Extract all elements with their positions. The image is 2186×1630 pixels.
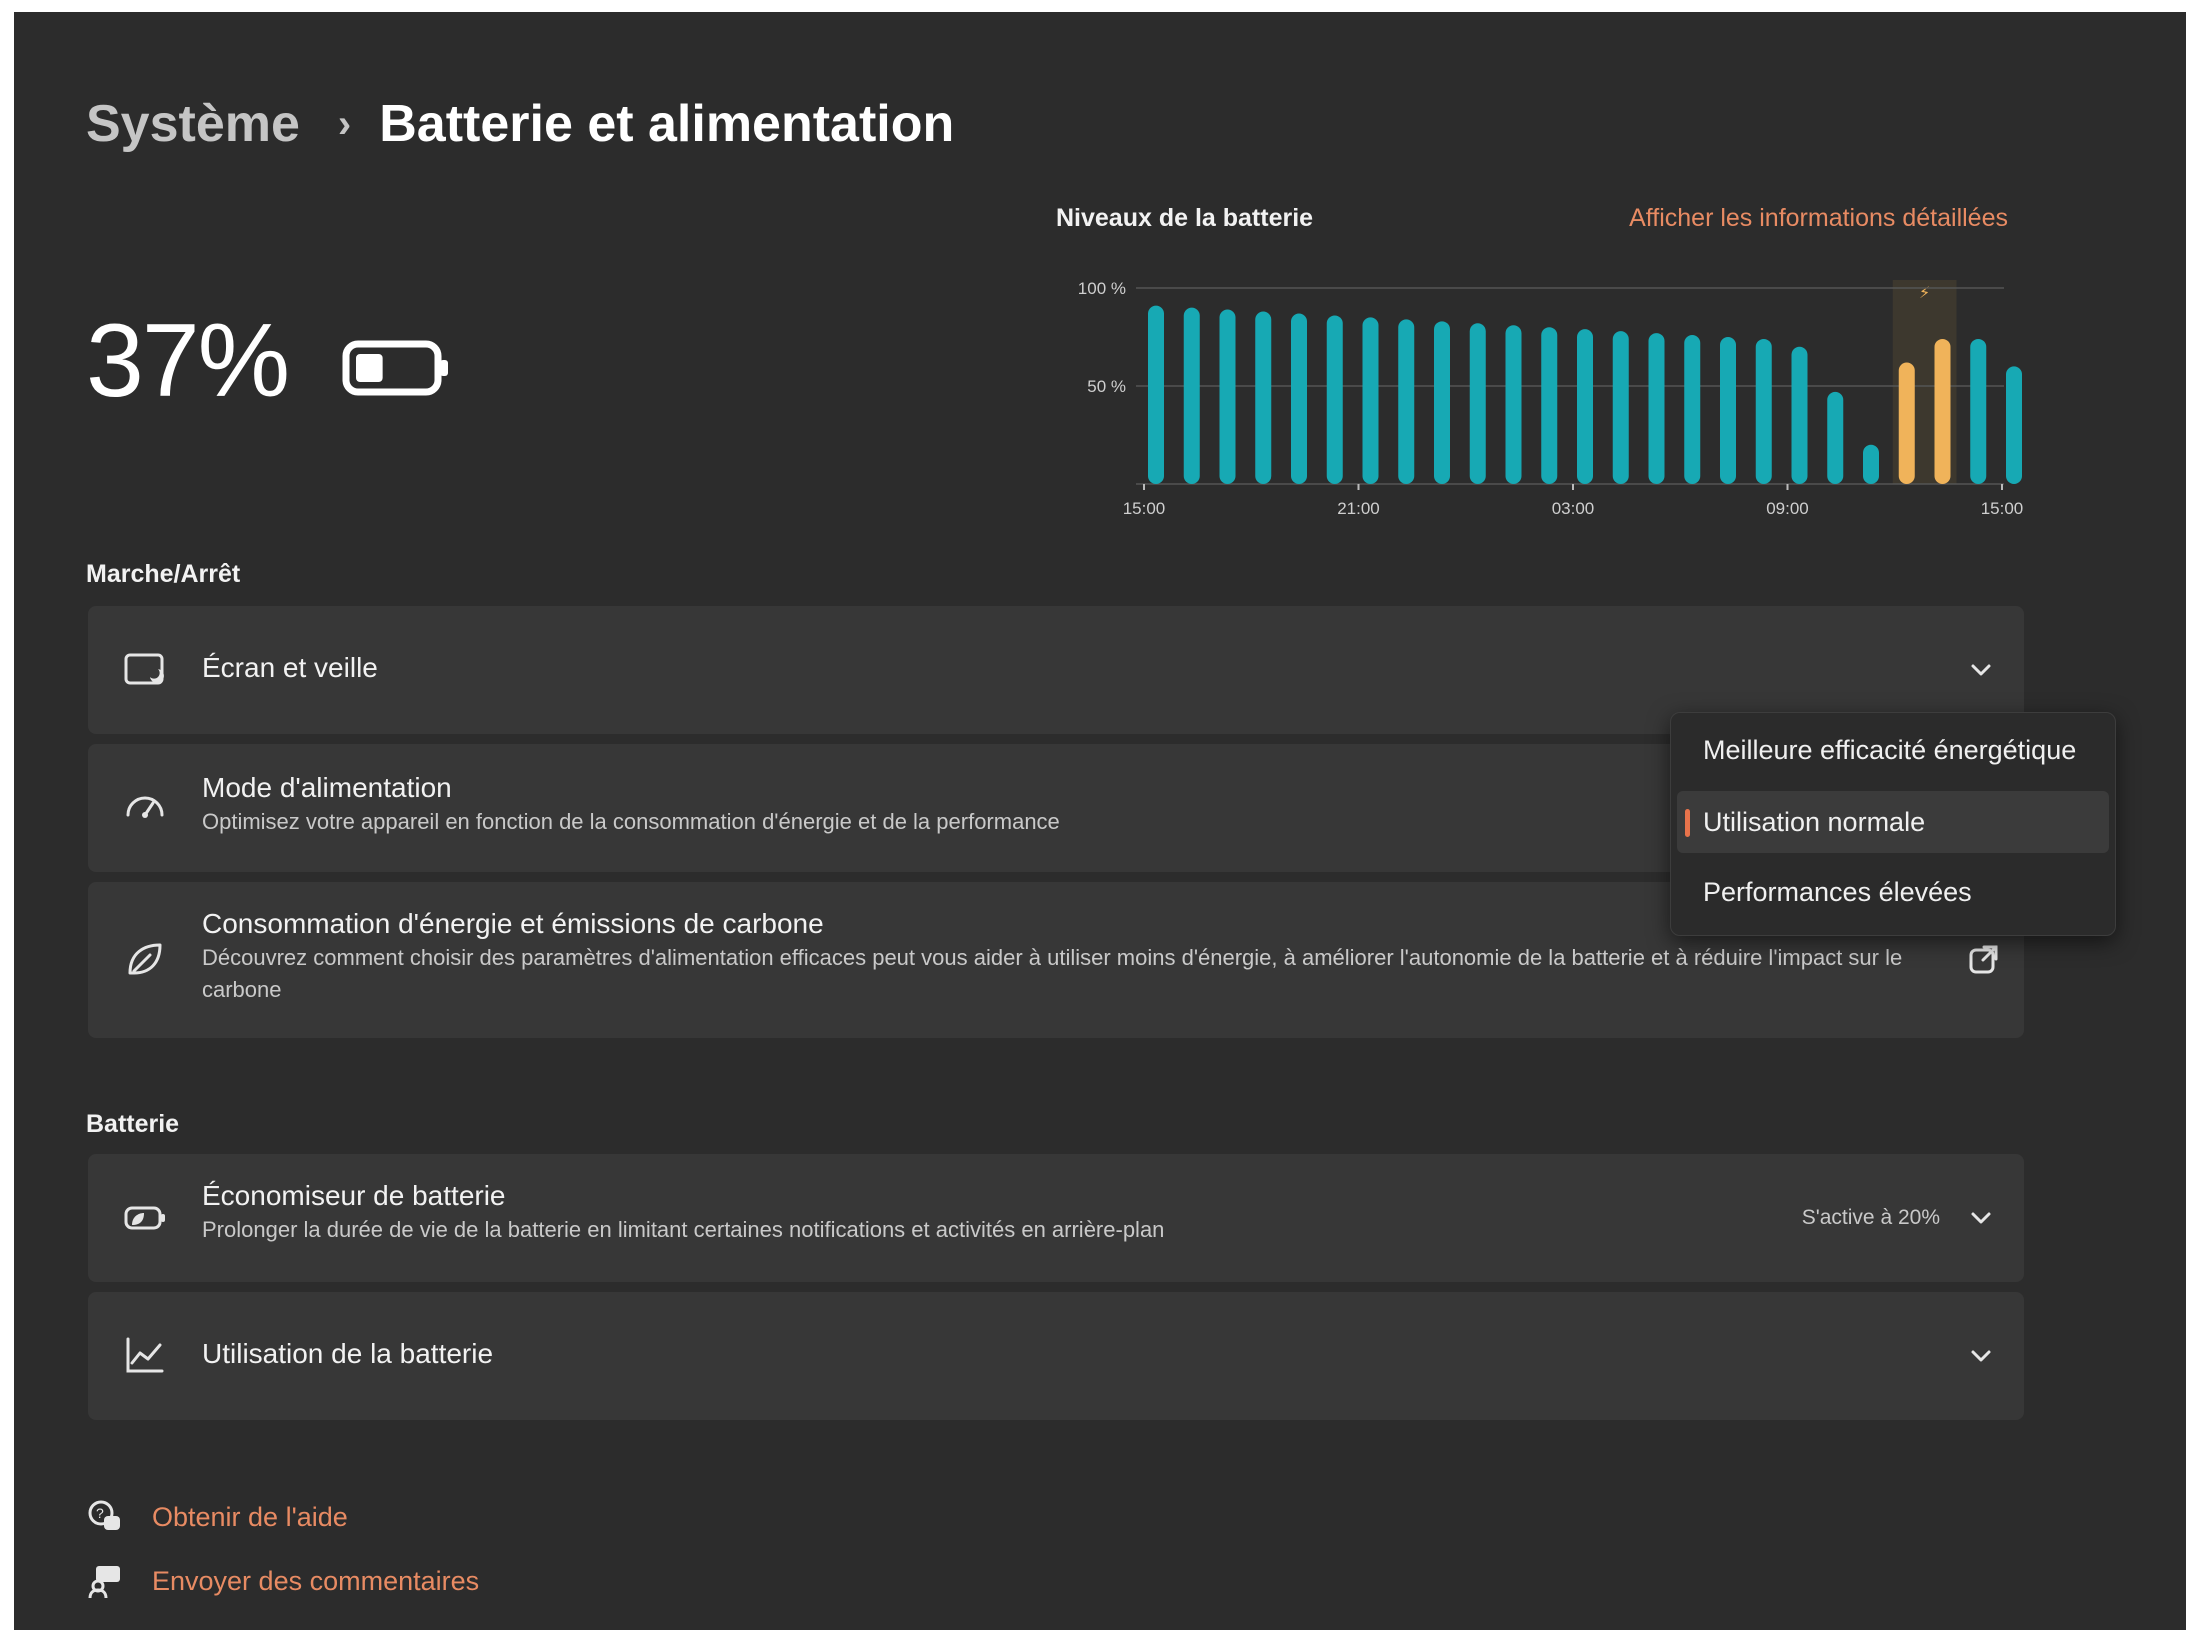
page-title: Batterie et alimentation (379, 95, 955, 153)
battery-level-chart: ⚡ 100 % 50 % 15:00 21:00 03:00 09:00 15:00 (1078, 279, 2024, 518)
usage-graph-icon (126, 1337, 164, 1373)
power-mode-dropdown[interactable]: Meilleure efficacité énergétique Utilisa… (1670, 712, 2116, 936)
bar-discharging (1326, 315, 1343, 484)
help-icon: ? (88, 1500, 120, 1530)
screen-sleep-title: Écran et veille (202, 652, 378, 683)
bar-discharging (1755, 338, 1772, 484)
option-label: Performances élevées (1703, 877, 1972, 907)
get-help-label: Obtenir de l'aide (152, 1501, 348, 1532)
x-tick-label: 09:00 (1766, 499, 1809, 518)
breadcrumb-parent[interactable]: Système (86, 94, 300, 154)
battery-saver-description: Prolonger la durée de vie de la batterie… (202, 1217, 1165, 1242)
detailed-info-link[interactable]: Afficher les informations détaillées (1629, 204, 2008, 233)
bar-discharging (1684, 335, 1701, 484)
bar-discharging (1434, 321, 1450, 484)
settings-window: Système › Batterie et alimentation 37% N… (14, 12, 2186, 1630)
bar-discharging (1362, 317, 1379, 484)
get-help-link[interactable]: ? Obtenir de l'aide (86, 1498, 348, 1536)
feedback-icon (88, 1566, 120, 1599)
bar-charging (1934, 338, 1951, 484)
bar-discharging (1291, 313, 1307, 484)
option-label: Meilleure efficacité énergétique (1703, 735, 2077, 765)
chevron-down-icon[interactable] (1966, 655, 1996, 685)
x-tick-label: 03:00 (1552, 499, 1595, 518)
bar-discharging (1863, 444, 1879, 484)
y-tick-label: 50 % (1087, 377, 1126, 396)
bar-discharging (1541, 327, 1558, 484)
chart-title: Niveaux de la batterie (1056, 204, 1314, 232)
send-feedback-link[interactable]: Envoyer des commentaires (86, 1562, 479, 1600)
leaf-icon (128, 943, 162, 975)
bar-discharging (1648, 333, 1665, 484)
bar-discharging (1720, 337, 1736, 484)
section-title-power: Marche/Arrêt (86, 560, 241, 588)
breadcrumb-separator: › (337, 101, 352, 146)
power-mode-description: Optimisez votre appareil en fonction de … (202, 809, 1060, 834)
breadcrumb: Système › Batterie et alimentation (86, 94, 954, 154)
bar-discharging (1827, 391, 1844, 484)
battery-usage-card[interactable]: Utilisation de la batterie (88, 1292, 2024, 1420)
bar-discharging (2006, 366, 2022, 484)
battery-icon (342, 340, 448, 396)
battery-percent: 37% (86, 303, 290, 419)
section-title-battery: Batterie (86, 1110, 180, 1138)
bar-discharging (1219, 309, 1236, 484)
power-mode-option-efficiency[interactable]: Meilleure efficacité énergétique (1671, 719, 2115, 781)
option-label: Utilisation normale (1703, 807, 1926, 837)
bar-discharging (1148, 305, 1164, 484)
chevron-down-icon[interactable] (1966, 1203, 1996, 1233)
monitor-sleep-icon (124, 653, 164, 685)
bar-charging (1898, 362, 1915, 484)
selection-indicator (1685, 809, 1690, 837)
power-mode-gauge-icon (126, 796, 164, 818)
battery-saver-title: Économiseur de batterie (202, 1180, 506, 1211)
bar-discharging (1398, 319, 1415, 484)
chevron-down-icon[interactable] (1966, 1341, 1996, 1371)
bar-discharging (1577, 329, 1593, 484)
battery-saver-icon (124, 1206, 165, 1230)
bar-discharging (1970, 338, 1987, 484)
power-mode-option-normal[interactable]: Utilisation normale (1677, 791, 2109, 853)
x-tick-label: 15:00 (1123, 499, 1166, 518)
power-mode-title: Mode d'alimentation (202, 772, 452, 803)
bar-discharging (1505, 325, 1522, 484)
carbon-title: Consommation d'énergie et émissions de c… (202, 908, 824, 939)
power-mode-option-performance[interactable]: Performances élevées (1671, 861, 2115, 923)
x-tick-label: 15:00 (1981, 499, 2024, 518)
svg-text:?: ? (96, 1505, 104, 1521)
battery-saver-card[interactable]: Économiseur de batterie Prolonger la dur… (88, 1154, 2024, 1282)
bar-discharging (1469, 323, 1486, 484)
plug-icon: ⚡ (1919, 283, 1930, 302)
y-tick-label: 100 % (1078, 279, 1126, 298)
battery-usage-title: Utilisation de la batterie (202, 1338, 494, 1369)
battery-saver-threshold: S'active à 20% (1801, 1206, 1940, 1229)
send-feedback-label: Envoyer des commentaires (152, 1565, 480, 1596)
x-tick-label: 21:00 (1337, 499, 1380, 518)
carbon-description: Découvrez comment choisir des paramètres… (202, 945, 1903, 1002)
external-link-icon[interactable] (1966, 943, 2000, 977)
bar-discharging (1183, 307, 1200, 484)
bar-discharging (1255, 311, 1272, 484)
bar-discharging (1612, 331, 1629, 484)
bar-discharging (1791, 346, 1808, 484)
